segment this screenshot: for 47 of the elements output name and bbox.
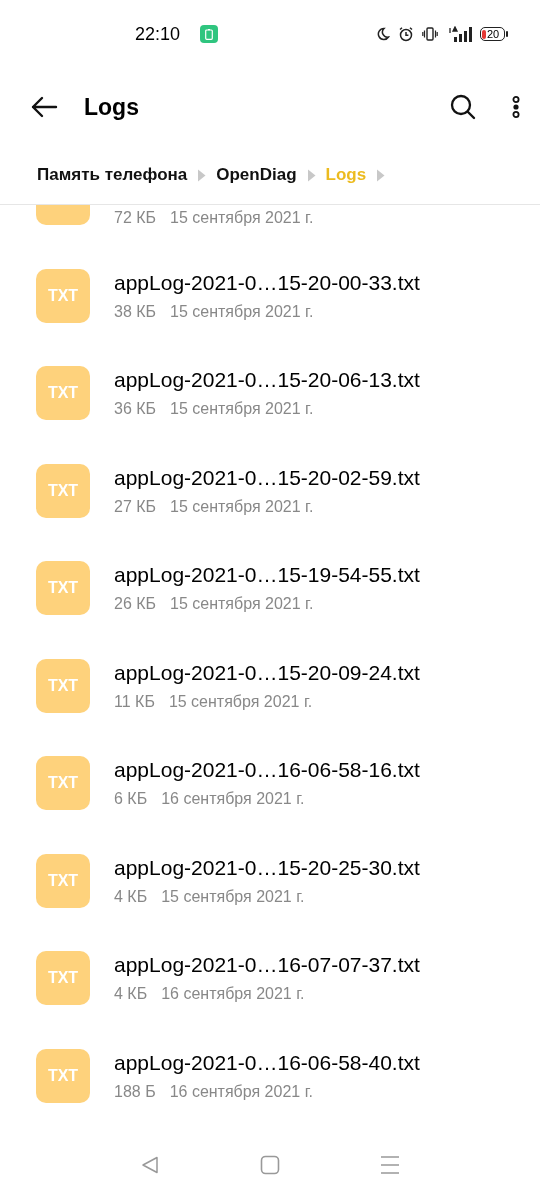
battery-saver-icon <box>200 25 219 43</box>
file-name[interactable]: appLog-2021-0…15-20-09-24.txt <box>114 660 420 685</box>
file-date: 15 сентября 2021 г. <box>170 595 314 614</box>
chevron-right-icon <box>376 168 386 182</box>
file-size: 11 КБ <box>114 692 155 711</box>
file-name[interactable]: appLog-2021-0…16-07-07-37.txt <box>114 953 420 978</box>
file-size: 72 КБ <box>114 208 157 227</box>
back-button[interactable] <box>30 96 58 118</box>
moon-icon <box>376 27 390 41</box>
file-date: 16 сентября 2021 г. <box>161 790 305 809</box>
file-size: 4 КБ <box>114 887 148 906</box>
breadcrumb-item[interactable]: OpenDiag <box>216 165 297 185</box>
home-icon[interactable] <box>260 1155 280 1175</box>
search-icon[interactable] <box>450 94 476 120</box>
file-date: 15 сентября 2021 г. <box>170 208 314 227</box>
file-size: 4 КБ <box>114 985 148 1004</box>
file-name[interactable]: appLog-2021-0…16-06-58-40.txt <box>114 1050 420 1075</box>
file-size: 6 КБ <box>114 790 148 809</box>
file-name[interactable]: appLog-2021-0…15-20-00-33.txt <box>114 270 420 295</box>
clock: 22:10 <box>135 23 181 45</box>
file-size: 27 КБ <box>114 497 157 516</box>
chevron-right-icon <box>306 168 316 182</box>
breadcrumb-item[interactable]: Память телефона <box>37 165 188 185</box>
file-size: 188 Б <box>114 1082 156 1101</box>
more-options-icon[interactable] <box>512 96 520 118</box>
file-name[interactable]: appLog-2021-0…15-19-54-55.txt <box>114 563 420 588</box>
file-size: 26 КБ <box>114 595 157 614</box>
alarm-icon <box>398 26 414 42</box>
file-date: 15 сентября 2021 г. <box>170 497 314 516</box>
battery-icon: 20 <box>480 27 508 41</box>
signal-icon <box>446 26 472 42</box>
file-date: 15 сентября 2021 г. <box>161 887 305 906</box>
file-date: 16 сентября 2021 г. <box>169 1082 313 1101</box>
vibrate-icon <box>422 27 438 41</box>
file-name[interactable]: appLog-2021-0…15-20-02-59.txt <box>114 465 420 490</box>
chevron-right-icon <box>197 168 207 182</box>
file-date: 15 сентября 2021 г. <box>170 302 314 321</box>
file-date: 15 сентября 2021 г. <box>170 400 314 419</box>
file-name[interactable]: appLog-2021-0…15-20-06-13.txt <box>114 368 420 393</box>
screen-title: Logs <box>84 93 139 121</box>
file-name[interactable]: appLog-2021-0…16-06-58-16.txt <box>114 758 420 783</box>
back-icon[interactable] <box>140 1155 160 1175</box>
file-date: 15 сентября 2021 г. <box>168 692 313 711</box>
file-name[interactable]: appLog-2021-0…15-20-25-30.txt <box>114 855 420 880</box>
file-date: 16 сентября 2021 г. <box>161 985 305 1004</box>
file-size: 36 КБ <box>114 400 157 419</box>
file-size: 38 КБ <box>114 302 157 321</box>
